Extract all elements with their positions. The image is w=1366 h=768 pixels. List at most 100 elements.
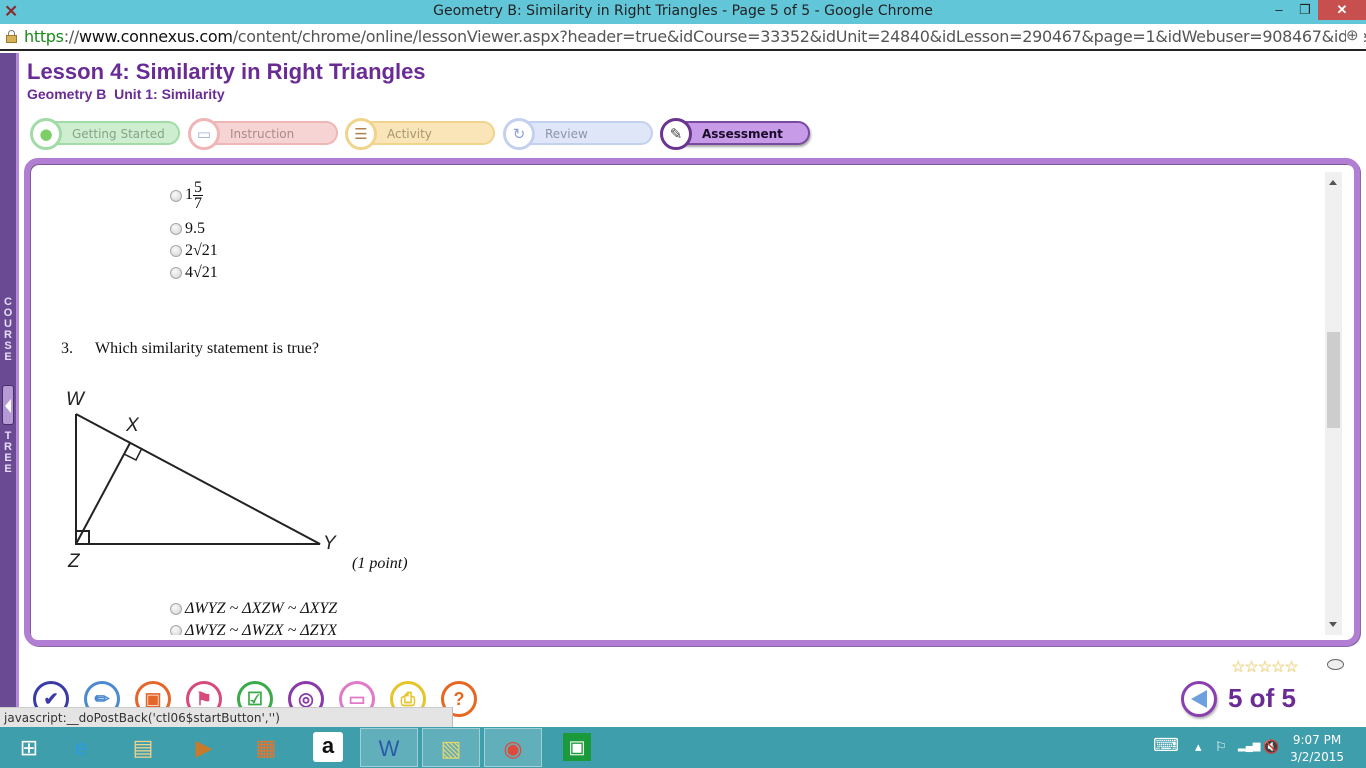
q3-option-1[interactable]: ΔWYZ ~ ΔXZW ~ ΔXYZ (170, 600, 337, 618)
vertex-label-w: W (66, 389, 86, 410)
taskbar-word[interactable]: W (360, 728, 418, 767)
tab-assessment[interactable]: ✎ Assessment (660, 118, 810, 150)
show-hidden-icons-chevron[interactable]: ▴ (1195, 739, 1202, 755)
vertex-label-y: Y (323, 533, 337, 554)
lesson-title: Lesson 4: Similarity in Right Triangles (27, 59, 426, 84)
q2-option-4[interactable]: 4√21 (170, 264, 218, 282)
lock-icon[interactable] (6, 30, 17, 43)
q2-option-1[interactable]: 157 (170, 179, 203, 212)
course-tree-toggle[interactable] (2, 385, 14, 425)
previous-page-button[interactable] (1181, 681, 1217, 717)
q2-option-3[interactable]: 2√21 (170, 242, 218, 260)
start-icon: ⊞ (19, 735, 39, 760)
scroll-down-arrow-icon[interactable] (1329, 622, 1337, 627)
taskbar-start[interactable]: ⊞ (0, 728, 58, 767)
internet-explorer-icon: e (74, 735, 88, 760)
check-tool-icon: ✔ (43, 689, 59, 709)
clock-time: 9:07 PM (1292, 733, 1342, 747)
rating-stars[interactable]: ☆☆☆☆☆ (1231, 657, 1299, 677)
question-points: (1 point) (352, 555, 408, 572)
checklist-tool-icon: ☑ (246, 689, 264, 709)
radio-button[interactable] (170, 267, 182, 280)
tab-label: Instruction (230, 127, 295, 141)
taskbar-file-explorer[interactable]: ▤ (114, 728, 172, 767)
target-tool-icon: ◎ (298, 689, 314, 709)
tab-label: Getting Started (72, 127, 165, 141)
clipboard-icon: ✎ (660, 118, 692, 150)
triangle-wyz (75, 413, 321, 545)
tab-activity[interactable]: ☰ Activity (345, 118, 495, 150)
taskbar-movie-maker[interactable]: ▶ (175, 728, 233, 767)
taskbar-photo-gallery[interactable]: ▦ (237, 728, 295, 767)
tab-label: Review (545, 127, 588, 141)
notebook-tool-icon: ✏ (94, 689, 110, 709)
books-icon: ☰ (345, 118, 377, 150)
taskbar-amazon[interactable]: a (313, 732, 343, 762)
course-tree-label-top: COURSE (3, 296, 13, 363)
taskbar-sticky-notes[interactable]: ▧ (422, 728, 480, 767)
radio-button[interactable] (170, 223, 182, 236)
scroll-up-arrow-icon[interactable] (1329, 180, 1337, 185)
window-title: Geometry B: Similarity in Right Triangle… (433, 3, 933, 19)
course-tree-label-bottom: TREE (4, 430, 12, 475)
course-tree-border (16, 53, 19, 725)
volume-muted-icon[interactable]: 🔇 (1263, 739, 1279, 755)
radio-button[interactable] (170, 625, 182, 635)
taskbar-store[interactable]: ▣ (563, 733, 591, 761)
tab-getting-started[interactable]: ● Getting Started (30, 118, 180, 150)
status-bar-link-preview: javascript:__doPostBack('ctl06$startButt… (0, 707, 453, 727)
url-text[interactable]: https://www.connexus.com/content/chrome/… (24, 27, 1366, 46)
tab-review[interactable]: ↻ Review (503, 118, 653, 150)
close-button[interactable]: ✕ (1318, 0, 1366, 20)
screen-tool-icon: ▭ (348, 689, 366, 709)
traffic-light-icon: ● (30, 118, 62, 150)
maximize-button[interactable]: ❐ (1291, 0, 1319, 20)
radio-button[interactable] (170, 189, 182, 202)
file-explorer-icon: ▤ (132, 735, 154, 760)
altitude-zx (75, 442, 131, 545)
tab-label: Activity (387, 127, 432, 141)
radio-button[interactable] (170, 245, 182, 258)
question-number: 3. (61, 340, 73, 357)
taskbar-chrome[interactable]: ◉ (484, 728, 542, 767)
question-text: Which similarity statement is true? (95, 340, 319, 357)
taskbar-internet-explorer[interactable]: e (52, 728, 110, 767)
photo-gallery-icon: ▦ (255, 735, 277, 760)
word-icon: W (378, 736, 400, 761)
pushpin-tool-icon: ⚑ (195, 689, 213, 709)
sticky-notes-icon: ▧ (440, 736, 462, 761)
amazon-icon: a (321, 733, 335, 758)
document-icon: ▭ (188, 118, 220, 150)
network-signal-icon[interactable]: ▂▄▆ (1238, 741, 1260, 752)
lesson-subtitle: Geometry B Unit 1: Similarity (27, 86, 225, 102)
fraction: 57 (193, 179, 203, 212)
system-clock[interactable]: 9:07 PM 3/2/2015 (1290, 732, 1344, 766)
refresh-icon: ↻ (503, 118, 535, 150)
window-titlebar: ⨯ Geometry B: Similarity in Right Triang… (0, 0, 1366, 24)
comment-icon[interactable] (1327, 659, 1344, 670)
clock-date: 3/2/2015 (1290, 750, 1344, 764)
scrollbar-thumb[interactable] (1327, 332, 1340, 428)
help-tool-icon: ? (453, 689, 465, 709)
store-icon: ▣ (568, 737, 586, 757)
minimize-button[interactable]: – (1265, 0, 1293, 20)
action-center-flag-icon[interactable]: ⚐ (1215, 739, 1227, 755)
radio-button[interactable] (170, 603, 182, 616)
q3-option-2[interactable]: ΔWYZ ~ ΔWZX ~ ΔZYX (170, 622, 337, 635)
vertex-label-x: X (125, 415, 140, 436)
movie-maker-icon: ▶ (195, 735, 213, 760)
chrome-icon: ◉ (503, 736, 523, 761)
address-bar[interactable]: https://www.connexus.com/content/chrome/… (0, 24, 1366, 51)
course-tree-panel[interactable]: COURSE TREE (0, 53, 19, 725)
zoom-icon[interactable]: ⊕ (1346, 26, 1364, 48)
tab-label: Assessment (702, 127, 783, 141)
tab-instruction[interactable]: ▭ Instruction (188, 118, 338, 150)
touch-keyboard-icon[interactable]: ⌨ (1153, 735, 1179, 756)
page-indicator: 5 of 5 (1228, 683, 1296, 713)
backpack-tool-icon: ▣ (144, 689, 162, 709)
windows-taskbar: ⊞ e ▤ ▶ ▦ a W ▧ ◉ ▣ ⌨ ▴ ⚐ ▂▄▆ 🔇 9:07 PM 3/2/2015 (0, 727, 1366, 768)
q2-option-2[interactable]: 9.5 (170, 220, 205, 238)
vertex-label-z: Z (67, 551, 81, 572)
content-scrollbar[interactable] (1325, 172, 1342, 635)
right-triangle-diagram: W X Y Z (66, 389, 337, 572)
